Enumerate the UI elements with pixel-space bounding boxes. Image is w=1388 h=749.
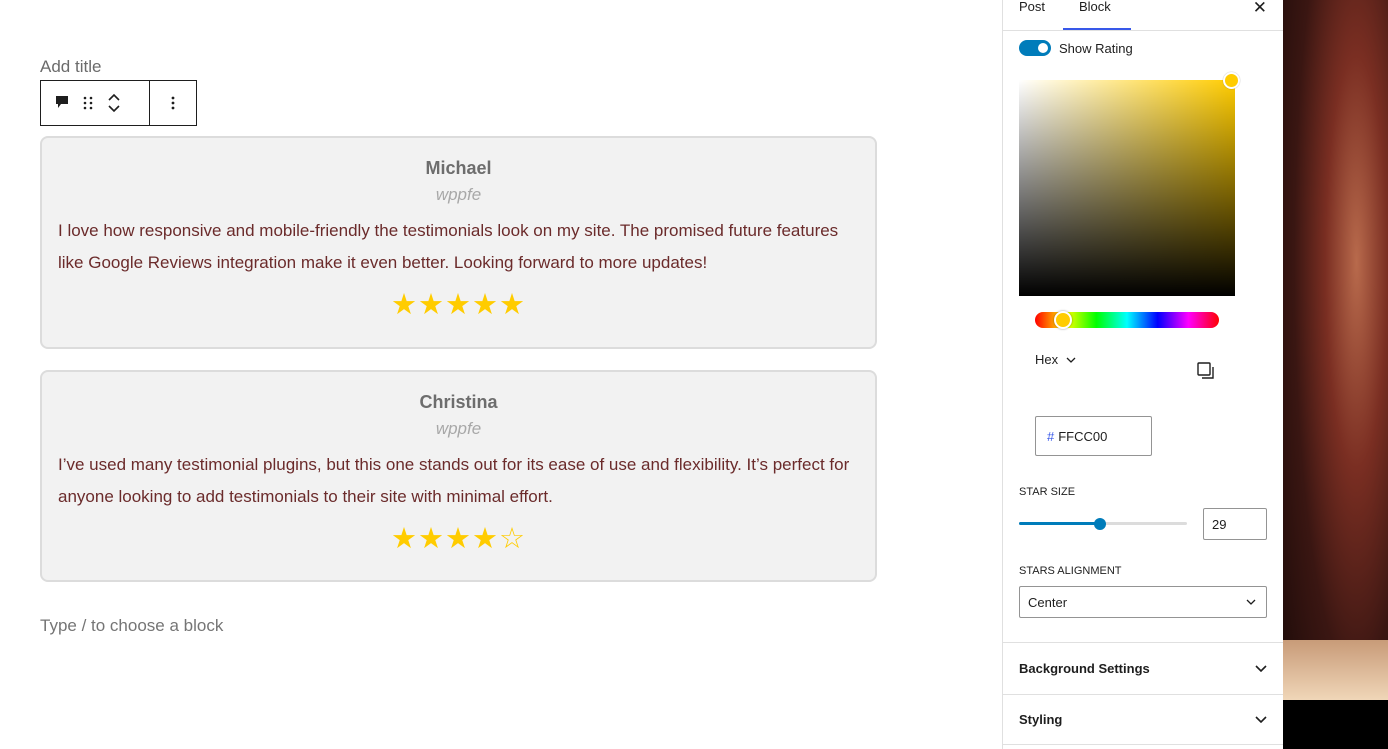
styling-label: Styling [1019,712,1063,727]
star-size-label: STAR SIZE [1019,486,1076,498]
show-rating-row: Show Rating [1019,40,1133,56]
hue-handle[interactable] [1054,311,1072,329]
drag-handle-icon[interactable] [83,96,93,110]
more-options-icon[interactable] [171,96,175,110]
testimonial-text: I love how responsive and mobile-friendl… [58,221,839,272]
star-size-fill [1019,522,1100,525]
editor-canvas: Add title onials [0,0,1002,749]
photo-bottom-bar [1283,700,1388,749]
star-rating: ★★★★☆ [391,523,526,555]
testimonial-company: wppfe [435,419,482,438]
show-rating-toggle[interactable] [1019,40,1051,56]
star-size-input[interactable]: 29 [1203,508,1267,540]
testimonial-card[interactable]: Christina wppfe I’ve used many testimoni… [40,370,877,582]
testimonial-name: Christina [419,392,498,412]
testimonial-name: Michael [425,158,492,178]
block-type-icon[interactable] [55,95,69,111]
hex-color-input[interactable]: # FFCC00 [1035,416,1152,456]
testimonial-company: wppfe [435,185,482,204]
saturation-handle[interactable] [1223,72,1240,89]
background-settings-panel[interactable]: Background Settings [1003,642,1283,693]
tab-block[interactable]: Block [1079,0,1111,14]
stars-alignment-label: STARS ALIGNMENT [1019,565,1122,577]
chevron-down-icon [1255,716,1267,723]
close-icon[interactable]: ✕ [1253,0,1267,18]
stars-alignment-select[interactable]: Center [1019,586,1267,618]
sidebar-tabs: Post Block ✕ [1003,0,1283,31]
active-tab-indicator [1063,28,1131,30]
move-down-icon[interactable] [107,104,121,113]
styling-panel[interactable]: Styling [1003,694,1283,745]
photo-floor [1283,640,1388,700]
star-size-thumb[interactable] [1093,518,1106,530]
chevron-down-icon [1255,664,1267,672]
block-appender[interactable]: Type / to choose a block [40,616,223,636]
settings-sidebar: Post Block ✕ Show Rating Hex # FFCC00 ST… [1002,0,1283,749]
stars-alignment-value: Center [1028,594,1068,610]
chevron-down-icon [1066,357,1076,363]
hex-prefix: # [1047,428,1055,444]
hex-value: FFCC00 [1058,428,1108,444]
move-up-icon[interactable] [107,93,121,102]
testimonial-card[interactable]: Michael wppfe I love how responsive and … [40,136,877,349]
star-rating: ★★★★★ [391,289,526,321]
tab-post[interactable]: Post [1019,0,1045,14]
toolbar-group-main [41,81,150,125]
toolbar-group-options [150,81,196,125]
copy-icon[interactable] [1197,362,1214,380]
show-rating-label: Show Rating [1059,40,1133,56]
chevron-down-icon [1246,599,1256,605]
background-photo [1283,0,1388,749]
background-settings-label: Background Settings [1019,660,1150,676]
block-movers [107,93,121,113]
testimonial-text: I’ve used many testimonial plugins, but … [58,455,850,506]
color-format-label: Hex [1035,352,1059,367]
post-title-input[interactable]: Add title [40,57,101,77]
saturation-picker[interactable] [1019,80,1235,296]
block-toolbar [40,80,197,126]
color-format-select[interactable]: Hex [1035,352,1076,367]
